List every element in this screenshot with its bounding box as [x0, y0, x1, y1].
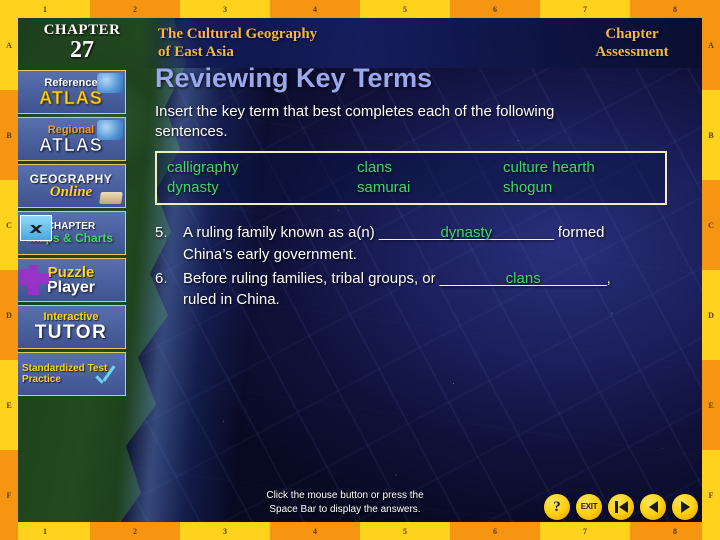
key-term: calligraphy	[167, 159, 239, 177]
frame-row-marker: D	[702, 270, 720, 360]
next-slide-button[interactable]	[672, 494, 698, 520]
question-text-before: Before ruling families, tribal groups, o…	[183, 269, 436, 287]
frame-column-marker: 7	[540, 522, 630, 540]
frame-column-marker: 3	[180, 522, 270, 540]
key-term: clans	[357, 159, 393, 177]
key-terms-row: calligraphy clans culture hearth	[167, 159, 655, 176]
frame-row-marker: B	[0, 90, 18, 180]
questions-list: 5. A ruling family known as a(n) _______…	[155, 222, 698, 311]
slide-content: Reviewing Key Terms Insert the key term …	[155, 63, 698, 311]
sidebar-item-label: Puzzle	[47, 263, 95, 281]
exit-label: EXIT	[580, 502, 598, 511]
chapter-number: 27	[70, 36, 94, 63]
frame-column-marker: 2	[90, 0, 180, 18]
question-item: 5. A ruling family known as a(n) _______…	[155, 222, 698, 266]
book-title-line-1: The Cultural Geography	[158, 26, 318, 42]
sidebar-item-regional-atlas[interactable]: Regional ATLAS	[16, 117, 126, 161]
sidebar-item-label: TUTOR	[34, 322, 108, 343]
sidebar-item-label: Reference	[44, 76, 98, 89]
question-body: A ruling family known as a(n) __________…	[183, 222, 613, 266]
frame-column-marker: 6	[450, 522, 540, 540]
frame-row-marker: E	[702, 360, 720, 450]
chevron-left-icon	[648, 501, 658, 513]
sidebar-item-label: Standardized Test Practice	[22, 362, 108, 386]
frame-row-marker: A	[702, 0, 720, 90]
frame-bottom-ruler: 12345678	[0, 522, 720, 540]
book-title-line-2: of East Asia	[158, 44, 234, 60]
book-icon	[99, 192, 123, 204]
skip-back-icon	[614, 501, 628, 513]
chapter-identifier: CHAPTER 27	[18, 18, 146, 68]
key-terms-box: calligraphy clans culture hearth dynasty…	[155, 151, 667, 206]
book-title: The Cultural Geography of East Asia	[146, 18, 562, 68]
footer-instruction-line-2: Space Bar to display the answers.	[269, 503, 421, 515]
footer-instruction: Click the mouse button or press the Spac…	[180, 489, 510, 516]
slide: 12345678 12345678 ABCDEF ABCDEF CHAPTER …	[0, 0, 720, 540]
chapter-assessment-label: Chapter Assessment	[562, 18, 702, 68]
frame-column-marker: 2	[90, 522, 180, 540]
help-button[interactable]: ?	[544, 494, 570, 520]
sidebar-item-label: ATLAS	[39, 134, 103, 155]
sidebar-item-label: ATLAS	[39, 87, 103, 108]
frame-row-marker: E	[0, 360, 18, 450]
sidebar-item-label: Online	[49, 183, 93, 200]
previous-slide-button[interactable]	[640, 494, 666, 520]
answer-text: dynasty	[440, 224, 493, 242]
sidebar-item-label: GEOGRAPHY	[29, 171, 113, 186]
question-mark-icon: ?	[553, 498, 561, 515]
assessment-line-1: Chapter	[605, 26, 659, 42]
footer-instruction-line-1: Click the mouse button or press the	[266, 490, 424, 501]
frame-row-marker: C	[0, 180, 18, 270]
sidebar-item-chapter-maps-charts[interactable]: CHAPTER Maps & Charts	[16, 211, 126, 255]
sidebar-item-label: Player	[46, 278, 96, 296]
sidebar-item-label: Maps & Charts	[28, 231, 114, 245]
assessment-line-2: Assessment	[595, 44, 669, 60]
key-term: shogun	[503, 179, 553, 197]
frame-column-marker: 7	[540, 0, 630, 18]
frame-right-ruler: ABCDEF	[702, 0, 720, 540]
key-term: culture hearth	[503, 159, 595, 177]
frame-row-marker: C	[702, 180, 720, 270]
sidebar-item-geography-online[interactable]: GEOGRAPHY Online	[16, 164, 126, 208]
puzzle-piece-icon	[19, 265, 49, 295]
key-term: samurai	[357, 179, 411, 197]
frame-column-marker: 6	[450, 0, 540, 18]
question-body: Before ruling families, tribal groups, o…	[183, 268, 613, 312]
exit-button[interactable]: EXIT	[576, 494, 602, 520]
frame-column-marker: 5	[360, 522, 450, 540]
sidebar-item-puzzle-player[interactable]: Puzzle Player	[16, 258, 126, 302]
frame-row-marker: B	[702, 90, 720, 180]
sidebar-item-standardized-test-practice[interactable]: Standardized Test Practice	[16, 352, 126, 396]
question-text-before: A ruling family known as a(n)	[183, 224, 375, 242]
slide-header: CHAPTER 27 The Cultural Geography of Eas…	[18, 18, 702, 68]
sidebar-item-reference-atlas[interactable]: Reference ATLAS	[16, 70, 126, 114]
frame-row-marker: F	[702, 450, 720, 540]
first-slide-button[interactable]	[608, 494, 634, 520]
frame-column-marker: 3	[180, 0, 270, 18]
question-number: 6.	[155, 269, 168, 287]
frame-column-marker: 4	[270, 522, 360, 540]
frame-row-marker: F	[0, 450, 18, 540]
answer-text: clans	[505, 269, 541, 287]
sidebar-item-label: Regional	[47, 123, 95, 136]
sidebar-nav: Reference ATLAS Regional ATLAS GEOGRAPHY…	[16, 70, 126, 396]
key-term: dynasty	[167, 179, 219, 197]
navigation-bar: ? EXIT	[544, 494, 698, 520]
key-terms-row: dynasty samurai shogun	[167, 179, 655, 196]
question-item: 6. Before ruling families, tribal groups…	[155, 268, 698, 312]
frame-top-ruler: 12345678	[0, 0, 720, 18]
chapter-label: CHAPTER	[43, 21, 121, 38]
frame-left-ruler: ABCDEF	[0, 0, 18, 540]
frame-row-marker: A	[0, 0, 18, 90]
instructions-text: Insert the key term that best completes …	[155, 102, 555, 140]
page-title: Reviewing Key Terms	[155, 63, 433, 93]
answer-blank: _____________________ clans	[440, 268, 607, 290]
question-number: 5.	[155, 224, 168, 242]
frame-row-marker: D	[0, 270, 18, 360]
sidebar-item-interactive-tutor[interactable]: Interactive TUTOR	[16, 305, 126, 349]
answer-blank: ______________________ dynasty	[379, 222, 554, 244]
chevron-right-icon	[680, 501, 690, 513]
frame-column-marker: 4	[270, 0, 360, 18]
frame-column-marker: 5	[360, 0, 450, 18]
